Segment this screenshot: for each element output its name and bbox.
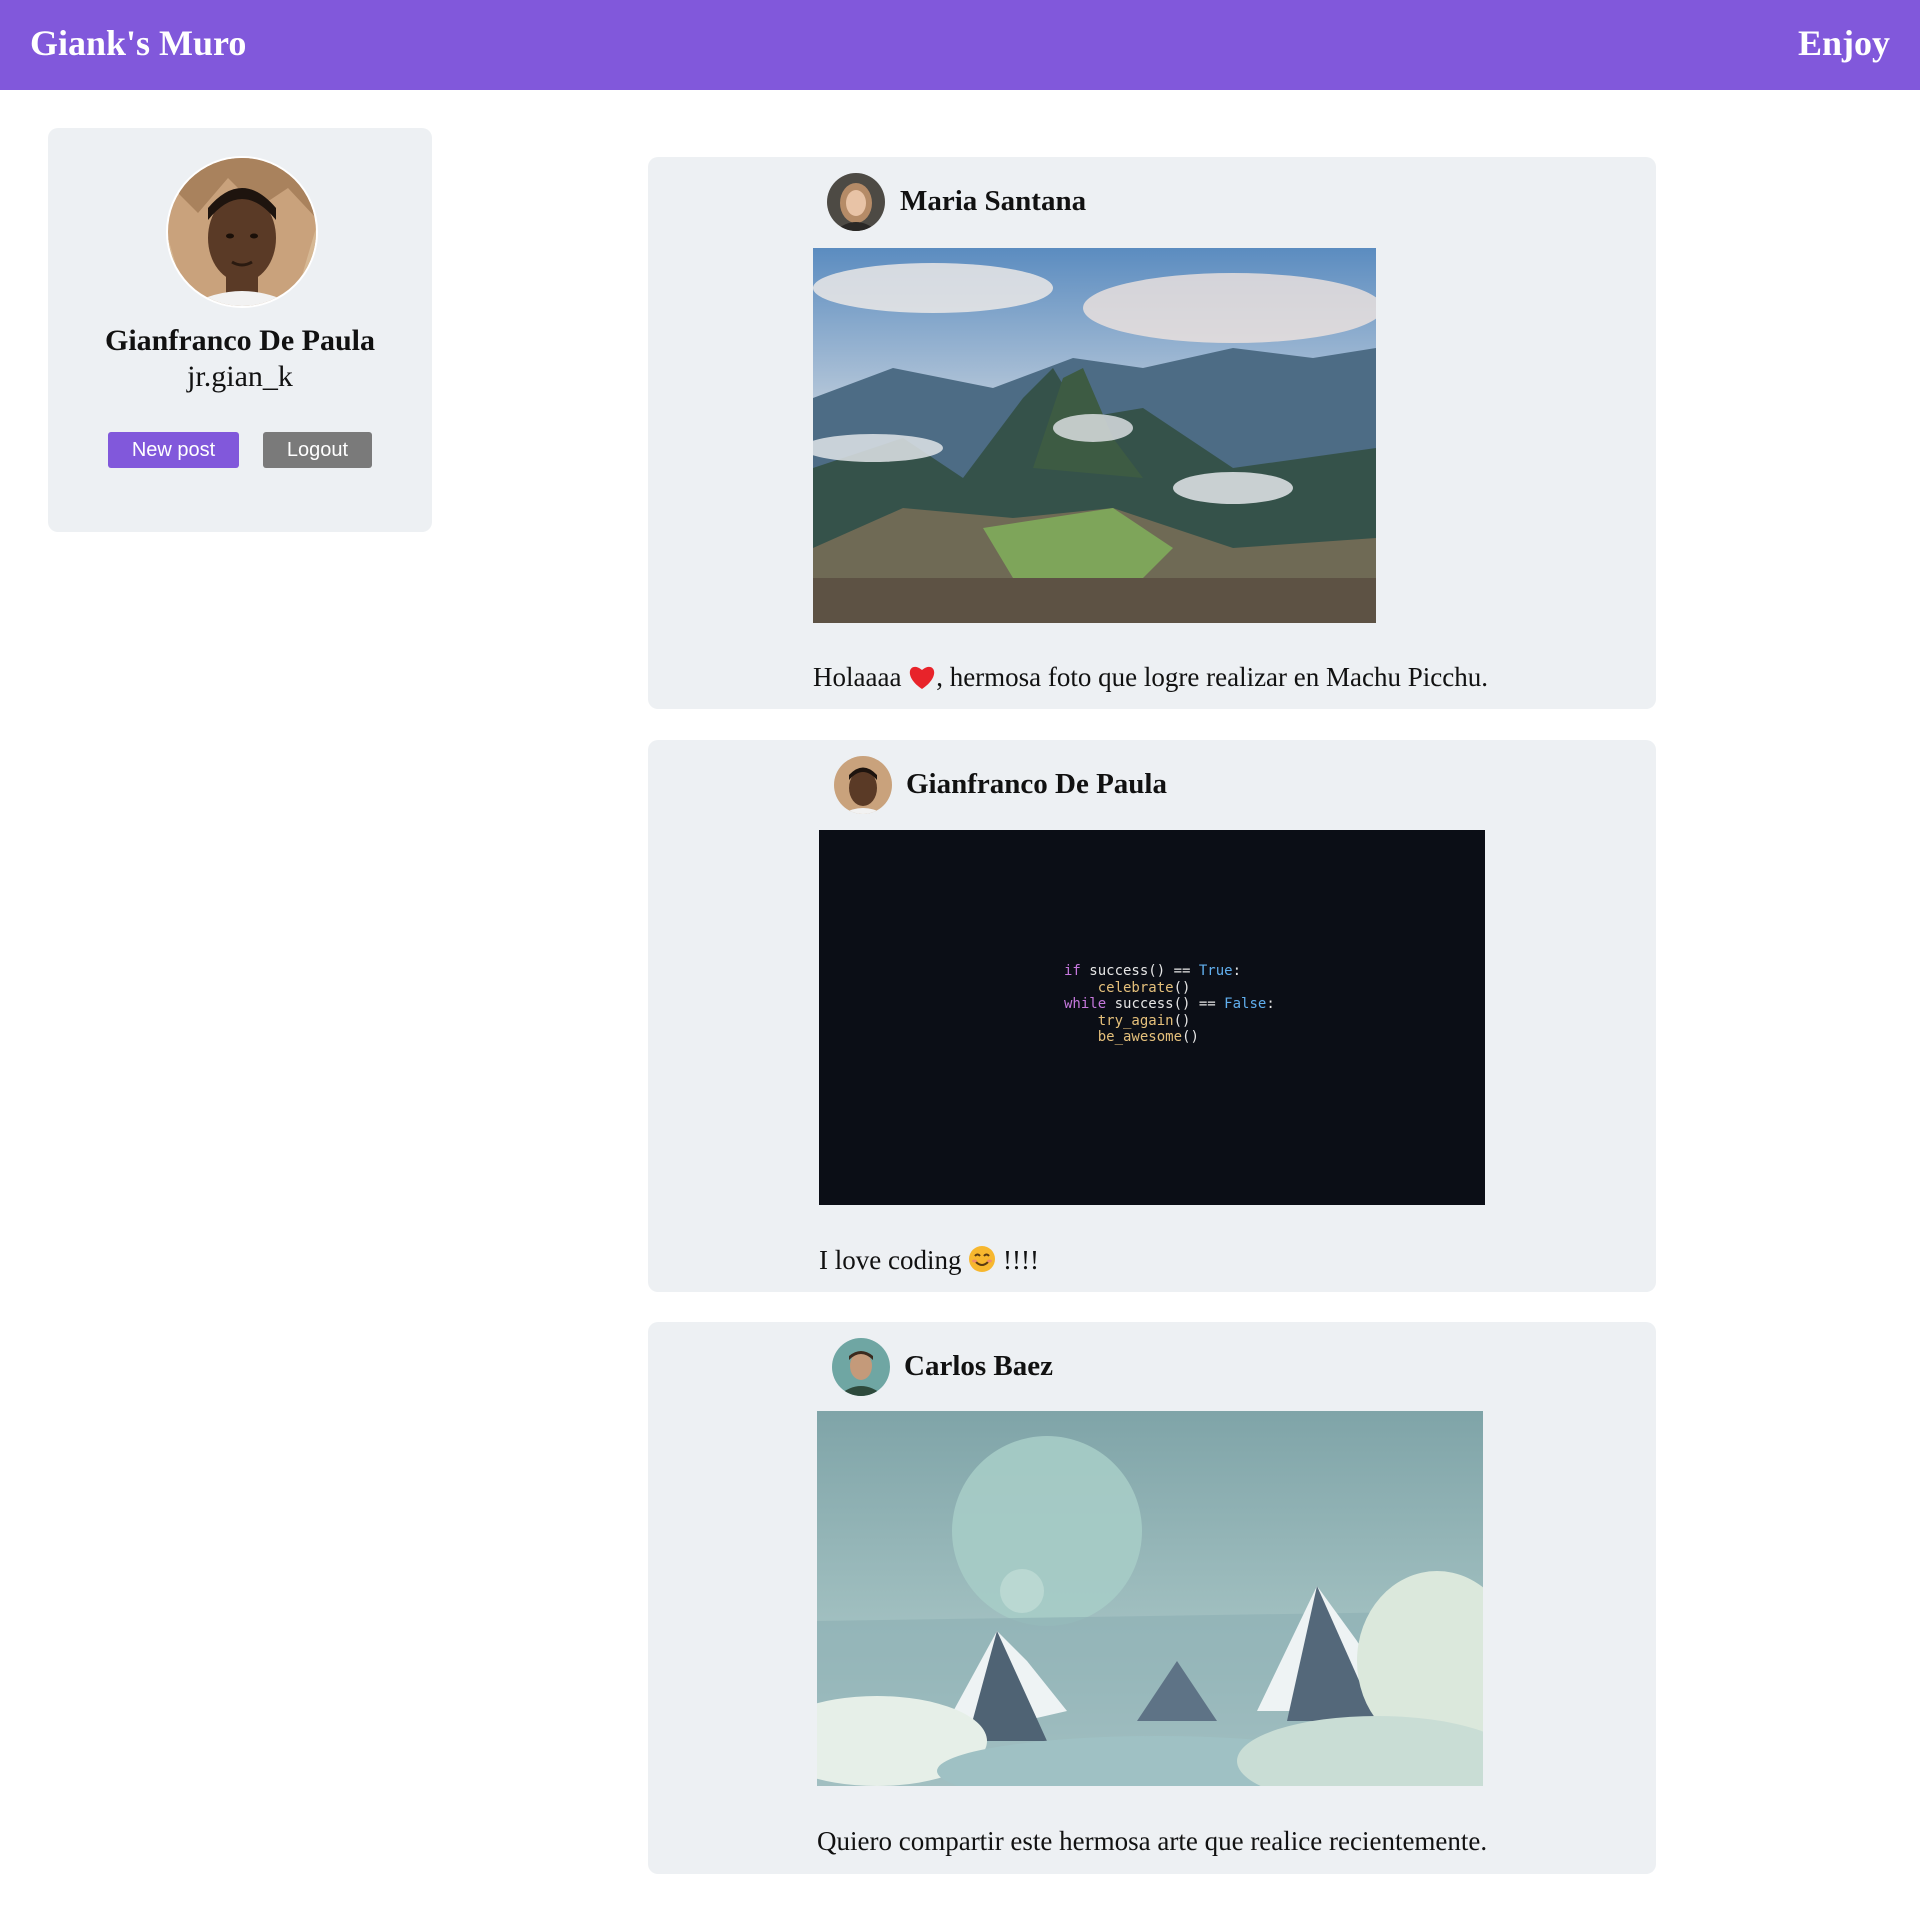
post-caption-text-end: , hermosa foto que logre realizar en Mac… (936, 662, 1488, 692)
header-tagline: Enjoy (1797, 23, 1890, 63)
post-caption: Holaaaa , hermosa foto que logre realiza… (813, 662, 1488, 697)
post-caption-text: Holaaaa (813, 662, 902, 692)
post-caption-text-end: !!!! (1002, 1245, 1039, 1275)
post-author-avatar[interactable] (827, 173, 885, 231)
post-author-avatar[interactable] (834, 756, 892, 814)
post-caption: Quiero compartir este hermosa arte que r… (817, 1826, 1488, 1856)
new-post-button[interactable]: New post (108, 432, 239, 468)
post-author-name[interactable]: Gianfranco De Paula (906, 768, 1167, 801)
profile-card: Gianfranco De Paula jr.gian_k New post L… (48, 128, 432, 532)
post-author-avatar[interactable] (832, 1338, 890, 1396)
app-title[interactable]: Giank's Muro (30, 22, 246, 64)
code-snippet: if success() == True: celebrate() while … (1064, 963, 1275, 1045)
logout-button[interactable]: Logout (263, 432, 372, 468)
post-card: Gianfranco De Paula if success() == True… (648, 740, 1656, 1292)
post-caption-text: I love coding (819, 1245, 962, 1275)
heart-icon (908, 664, 936, 697)
profile-name: Gianfranco De Paula (105, 324, 375, 357)
post-caption: I love coding !!!! (819, 1245, 1039, 1280)
post-image[interactable]: if success() == True: celebrate() while … (819, 830, 1485, 1205)
profile-handle: jr.gian_k (187, 360, 293, 393)
top-bar: Giank's Muro Enjoy (0, 0, 1920, 90)
post-card: Maria Santana Holaaaa , hermosa foto que… (648, 157, 1656, 709)
post-author-name[interactable]: Maria Santana (900, 185, 1086, 218)
profile-avatar (166, 156, 318, 308)
post-author-name[interactable]: Carlos Baez (904, 1350, 1053, 1383)
smiling-face-icon (968, 1245, 996, 1280)
post-image[interactable] (813, 248, 1376, 623)
post-image[interactable] (817, 1411, 1483, 1786)
post-card: Carlos Baez Quiero compartir este hermos… (648, 1322, 1656, 1874)
